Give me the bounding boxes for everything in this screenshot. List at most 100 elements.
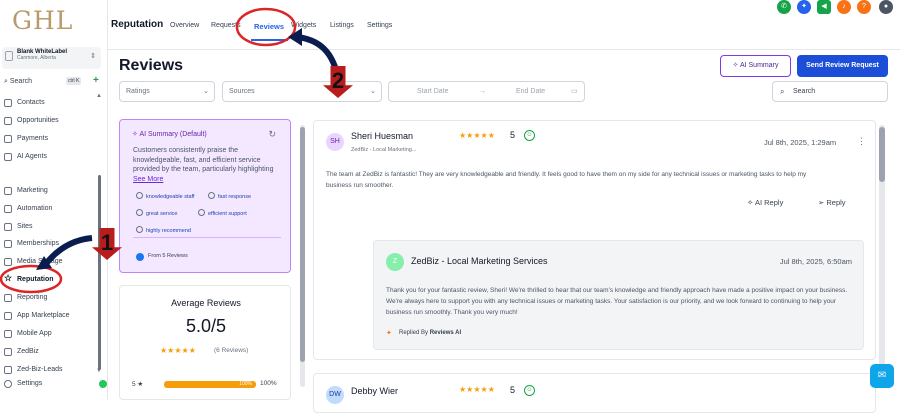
phone-icon[interactable]: ✆ xyxy=(777,0,791,14)
summary-tag: knowledgeable staff xyxy=(136,192,195,200)
tab-overview[interactable]: Overview xyxy=(170,22,199,29)
megaphone-icon[interactable]: ◀ xyxy=(817,0,831,14)
sidebar-item-media-storage[interactable]: Media Storage xyxy=(0,254,100,270)
reviewer-name: Debby Wier xyxy=(351,386,399,396)
leads-icon xyxy=(4,366,12,374)
sidebar-item-contacts[interactable]: Contacts xyxy=(0,95,100,111)
chevron-down-icon: ⌄ xyxy=(203,88,209,95)
summary-tag: great service xyxy=(136,209,178,217)
sidebar-item-label: App Marketplace xyxy=(17,312,70,319)
sidebar-item-memberships[interactable]: Memberships xyxy=(0,236,100,252)
sidebar-item-automation[interactable]: Automation xyxy=(0,201,100,217)
divider xyxy=(133,237,281,238)
more-options-icon[interactable]: ⋮ xyxy=(857,136,866,147)
ai-reply-button[interactable]: ✧ AI Reply xyxy=(747,198,783,207)
sidebar-item-app-marketplace[interactable]: App Marketplace xyxy=(0,308,100,324)
magic-icon[interactable]: ✦ xyxy=(797,0,811,14)
reply-button[interactable]: ➢ Reply xyxy=(818,198,846,207)
bell-icon[interactable]: ♪ xyxy=(837,0,851,14)
scroll-thumb[interactable] xyxy=(300,127,305,362)
ai-summary-body: Customers consistently praise the knowle… xyxy=(133,147,274,173)
replied-by-name: Reviews AI xyxy=(429,330,462,336)
scroll-down-icon[interactable]: ▼ xyxy=(96,368,102,374)
ai-summary-button[interactable]: ✧ AI Summary xyxy=(720,55,791,77)
review-response: Z ZedBiz - Local Marketing Services Jul … xyxy=(373,240,864,350)
scroll-thumb[interactable] xyxy=(879,127,885,182)
sidebar-item-reputation[interactable]: ☆ Reputation xyxy=(0,272,100,288)
top-bar: Reputation Overview Requests Reviews Wid… xyxy=(108,0,900,50)
quick-add-icon[interactable]: + xyxy=(93,75,99,86)
reviewer-avatar: SH xyxy=(326,133,344,151)
summary-tag: efficient support xyxy=(198,209,247,217)
help-icon[interactable]: ? xyxy=(857,0,871,14)
end-date: End Date xyxy=(516,88,546,95)
section-title: Reputation xyxy=(111,19,164,30)
sidebar-search-label: Search xyxy=(9,78,33,85)
tab-settings[interactable]: Settings xyxy=(367,22,392,29)
average-stars: ★★★★★ xyxy=(160,346,196,355)
sources-label: Sources xyxy=(229,88,255,95)
sidebar-item-settings[interactable]: Settings xyxy=(0,376,100,392)
sidebar-item-marketing[interactable]: Marketing xyxy=(0,183,100,199)
sidebar-item-label: Payments xyxy=(17,135,49,142)
sidebar-search[interactable]: ⌕ Search ctrl K + xyxy=(2,75,101,89)
review-text: The team at ZedBiz is fantastic! They ar… xyxy=(326,171,807,189)
facebook-icon xyxy=(136,253,144,261)
send-review-request-button[interactable]: Send Review Request xyxy=(797,55,888,77)
tab-reviews[interactable]: Reviews xyxy=(254,22,284,31)
start-date: Start Date xyxy=(417,88,449,95)
smile-icon: ☺ xyxy=(524,385,535,396)
review-rating: 5 xyxy=(510,130,516,140)
review-search-input[interactable]: ⌕ Search xyxy=(772,81,888,102)
tab-widgets[interactable]: Widgets xyxy=(291,22,316,29)
business-name: ZedBiz - Local Marketing Services xyxy=(411,256,548,266)
sidebar-item-reporting[interactable]: Reporting xyxy=(0,290,100,306)
sources-dropdown[interactable]: Sources ⌄ xyxy=(222,81,382,102)
left-column-scrollbar[interactable] xyxy=(300,125,305,387)
opportunities-icon xyxy=(4,117,12,125)
brand-logo: GHL xyxy=(12,6,74,35)
star-icon: ☆ xyxy=(4,273,13,283)
ai-agents-icon xyxy=(4,153,12,161)
average-value: 5.0/5 xyxy=(185,316,227,336)
search-icon: ⌕ xyxy=(4,78,8,85)
marketing-icon xyxy=(4,187,12,195)
ai-summary-text: Customers consistently praise the knowle… xyxy=(133,146,283,184)
summary-tag: highly recommend xyxy=(136,226,191,234)
sidebar: GHL Blank WhiteLabel Canmore, Alberta ⇕ … xyxy=(0,0,108,400)
sparkle-icon: ✧ xyxy=(747,198,755,207)
sidebar-item-label: AI Agents xyxy=(17,153,47,160)
search-placeholder: Search xyxy=(793,88,816,95)
review-stars: ★★★★★ xyxy=(459,131,495,140)
reporting-icon xyxy=(4,294,12,302)
active-tab-indicator xyxy=(251,39,288,41)
reviews-scrollbar[interactable] xyxy=(879,125,885,387)
sidebar-item-payments[interactable]: Payments xyxy=(0,131,100,147)
review-date: Jul 8th, 2025, 1:29am xyxy=(764,138,837,147)
account-switcher[interactable]: Blank WhiteLabel Canmore, Alberta ⇕ xyxy=(2,47,101,69)
review-rating: 5 xyxy=(510,385,516,395)
ratings-dropdown[interactable]: Ratings ⌄ xyxy=(119,81,215,102)
average-title: Average Reviews xyxy=(171,298,241,308)
ai-badge-icon: ✦ xyxy=(386,330,392,337)
sidebar-item-zedbiz[interactable]: ZedBiz xyxy=(0,344,100,360)
replied-by: Replied By Reviews AI xyxy=(399,330,461,336)
reviewer-name: Sheri Huesman xyxy=(351,131,414,141)
review-count: (6 Reviews) xyxy=(214,347,249,354)
sidebar-item-label: Mobile App xyxy=(17,330,52,337)
sidebar-item-opportunities[interactable]: Opportunities xyxy=(0,113,100,129)
mobile-icon xyxy=(4,330,12,338)
date-range-picker[interactable]: Start Date → End Date ▭ xyxy=(388,81,585,102)
tab-requests[interactable]: Requests xyxy=(211,22,241,29)
automation-icon xyxy=(4,205,12,213)
see-more-link[interactable]: See More xyxy=(133,176,163,183)
tab-listings[interactable]: Listings xyxy=(330,22,354,29)
avatar[interactable]: ● xyxy=(879,0,893,14)
refresh-icon[interactable]: ↻ xyxy=(268,129,276,140)
rating-row-label: 5 ★ xyxy=(132,381,144,388)
chat-widget-button[interactable]: ✉ xyxy=(870,364,894,388)
sidebar-item-ai-agents[interactable]: AI Agents xyxy=(0,149,100,165)
sidebar-scrollbar[interactable] xyxy=(98,175,101,370)
sidebar-item-mobile-app[interactable]: Mobile App xyxy=(0,326,100,342)
sidebar-item-sites[interactable]: Sites xyxy=(0,219,100,235)
